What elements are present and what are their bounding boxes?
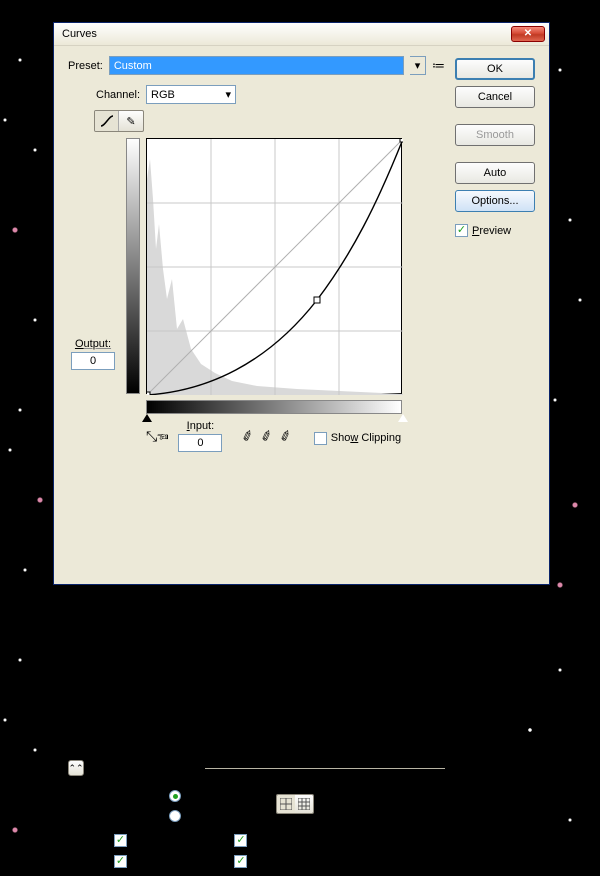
output-label: Output: (68, 338, 118, 350)
black-eyedropper-icon[interactable]: ✐ (240, 426, 257, 446)
output-gradient (126, 138, 140, 394)
preset-label: Preset: (68, 60, 103, 72)
histogram-checkbox[interactable]: ✓ (114, 855, 127, 868)
divider (205, 768, 445, 769)
input-field[interactable]: 0 (178, 434, 222, 452)
intersection-label: Intersection Line (251, 856, 332, 868)
channel-overlays-label: Channel Overlays (131, 835, 218, 847)
pigment-radio[interactable] (169, 810, 181, 822)
titlebar[interactable]: Curves ✕ (54, 23, 549, 46)
preset-select[interactable]: Custom (109, 56, 404, 75)
input-gradient (146, 400, 402, 414)
output-field[interactable]: 0 (71, 352, 115, 370)
curve-tool-pencil-icon[interactable]: ✎ (119, 111, 143, 131)
channel-label: Channel: (96, 89, 140, 101)
curves-dialog: Curves ✕ Preset: Custom ▾ ≔ Channel: RGB… (53, 22, 550, 585)
white-eyedropper-icon[interactable]: ✐ (277, 426, 294, 446)
show-clipping-label: Show Clipping (331, 432, 401, 444)
grid-size-toggle[interactable] (276, 794, 314, 814)
curve-point-white[interactable] (400, 139, 403, 142)
curve-canvas[interactable] (146, 138, 402, 394)
gray-eyedropper-icon[interactable]: ✐ (259, 426, 276, 446)
grid-fine-icon[interactable] (295, 795, 313, 813)
curve-display-options-toggle[interactable]: ⌃⌃ Curve Display Options (68, 760, 445, 776)
input-label: Input: (178, 420, 222, 432)
preset-value: Custom (114, 60, 152, 72)
baseline-label: Baseline (251, 835, 293, 847)
preset-menu-icon[interactable]: ≔ (432, 58, 445, 74)
curve-point-mid[interactable] (314, 297, 320, 303)
light-label: Light (0-255) (185, 790, 250, 802)
window-close-button[interactable]: ✕ (511, 26, 545, 42)
curve-tool-spline-icon[interactable] (95, 111, 119, 131)
collapse-icon: ⌃⌃ (68, 760, 84, 776)
preset-dropdown-arrow[interactable]: ▾ (410, 56, 426, 75)
curve-point-black[interactable] (147, 392, 150, 395)
window-title: Curves (62, 28, 511, 40)
channel-overlays-checkbox[interactable]: ✓ (114, 834, 127, 847)
on-image-adjust-icon[interactable]: ⤡☜ (146, 428, 168, 445)
histogram-label: Histogram (131, 856, 181, 868)
channel-value: RGB (151, 89, 175, 101)
pigment-label: Pigment/Ink % (185, 810, 256, 822)
channel-row: Channel: RGB ▾ (68, 85, 445, 104)
cancel-button[interactable]: Cancel (455, 86, 535, 108)
baseline-checkbox[interactable]: ✓ (234, 834, 247, 847)
options-button[interactable]: Options... (455, 190, 535, 212)
light-radio[interactable] (169, 790, 181, 802)
auto-button[interactable]: Auto (455, 162, 535, 184)
preview-label: Preview (472, 225, 511, 237)
ok-button[interactable]: OK (455, 58, 535, 80)
grid-coarse-icon[interactable] (277, 795, 295, 813)
show-label: Show: (68, 843, 108, 855)
curve-display-options-label: Curve Display Options (90, 762, 199, 774)
preset-row: Preset: Custom ▾ ≔ (68, 56, 445, 75)
chevron-down-icon: ▾ (226, 88, 232, 101)
show-amount-label: Show Amount of: (68, 786, 163, 798)
channel-select[interactable]: RGB ▾ (146, 85, 236, 104)
smooth-button[interactable]: Smooth (455, 124, 535, 146)
preview-checkbox[interactable]: ✓ (455, 224, 468, 237)
intersection-checkbox[interactable]: ✓ (234, 855, 247, 868)
show-clipping-checkbox[interactable] (314, 432, 327, 445)
curve-tool-toggle[interactable]: ✎ (94, 110, 144, 132)
